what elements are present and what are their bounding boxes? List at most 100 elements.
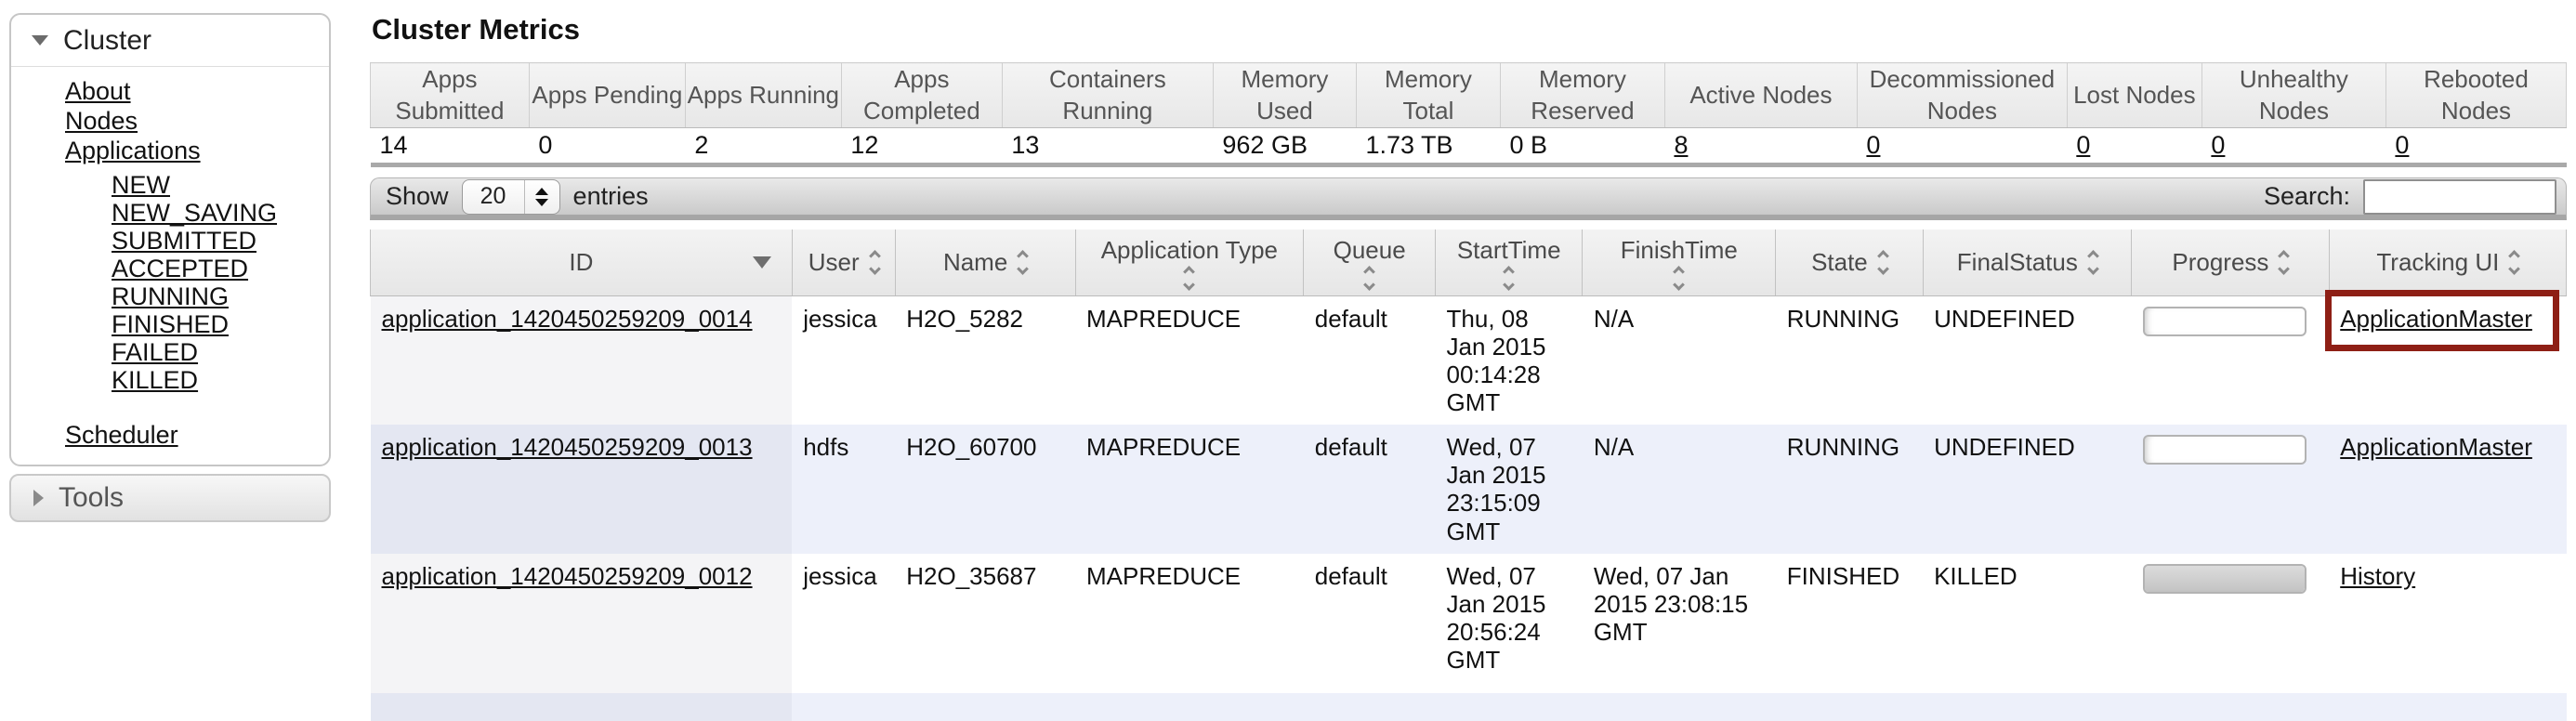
table-row: application_1420450259209_0014 jessica H… bbox=[371, 295, 2567, 425]
metrics-col-memory-total: Memory Total bbox=[1356, 63, 1500, 128]
sidebar-item-nodes: Nodes bbox=[11, 106, 329, 136]
scheduler-link[interactable]: Scheduler bbox=[65, 421, 178, 449]
decommissioned-nodes-link[interactable]: 0 bbox=[1866, 131, 1880, 159]
cluster-nav: About Nodes Applications bbox=[11, 76, 329, 165]
col-header-finalstatus[interactable]: FinalStatus bbox=[1923, 229, 2131, 295]
rebooted-nodes-cell: 0 bbox=[2385, 128, 2566, 165]
table-row: application_1420450259209_0012 jessica H… bbox=[371, 554, 2567, 693]
app-id-link[interactable]: application_1420450259209_0012 bbox=[382, 562, 753, 590]
metrics-values-row: 14 0 2 12 13 962 GB 1.73 TB 0 B 8 0 0 0 … bbox=[371, 128, 2567, 165]
rebooted-nodes-link[interactable]: 0 bbox=[2395, 131, 2409, 159]
col-header-starttime[interactable]: StartTime bbox=[1436, 229, 1583, 295]
stepper-down-icon bbox=[535, 199, 548, 206]
col-header-finishtime[interactable]: FinishTime bbox=[1583, 229, 1776, 295]
applications-link[interactable]: Applications bbox=[65, 137, 201, 164]
finalstatus-cell: UNDEFINED bbox=[1923, 295, 2131, 425]
starttime-cell: Thu, 08 Jan 2015 00:14:28 GMT bbox=[1436, 295, 1583, 425]
cluster-metrics-table: Apps Submitted Apps Pending Apps Running… bbox=[370, 62, 2567, 167]
sort-both-icon bbox=[871, 252, 879, 273]
col-header-name[interactable]: Name bbox=[895, 229, 1075, 295]
nodes-link[interactable]: Nodes bbox=[65, 107, 138, 135]
col-state-label: State bbox=[1811, 248, 1868, 277]
state-cell: RUNNING bbox=[1776, 425, 1923, 554]
sidebar-tools-header[interactable]: Tools bbox=[9, 474, 331, 522]
applicationmaster-link[interactable]: ApplicationMaster bbox=[2340, 305, 2532, 333]
finalstatus-cell: UNDEFINED bbox=[1923, 425, 2131, 554]
tracking-ui-cell: History bbox=[2329, 554, 2566, 693]
sidebar-item-killed: KILLED bbox=[11, 366, 329, 394]
active-nodes-cell: 8 bbox=[1664, 128, 1857, 165]
sort-both-icon bbox=[1879, 252, 1887, 273]
stepper-icon[interactable] bbox=[524, 180, 559, 214]
about-link[interactable]: About bbox=[65, 77, 131, 105]
queue-cell: default bbox=[1304, 425, 1436, 554]
lost-nodes-link[interactable]: 0 bbox=[2076, 131, 2090, 159]
search-label: Search: bbox=[2264, 182, 2350, 211]
queue-cell: default bbox=[1304, 295, 1436, 425]
applicationmaster-link[interactable]: ApplicationMaster bbox=[2340, 433, 2532, 461]
starttime-cell: Wed, 07 Jan 2015 23:15:09 GMT bbox=[1436, 425, 1583, 554]
finishtime-cell: N/A bbox=[1583, 295, 1776, 425]
search-control: Search: bbox=[2264, 179, 2556, 215]
sort-both-icon bbox=[1019, 252, 1027, 273]
page-size-select[interactable]: 20 bbox=[462, 179, 560, 215]
state-accepted-link[interactable]: ACCEPTED bbox=[112, 255, 248, 282]
state-finished-link[interactable]: FINISHED bbox=[112, 310, 229, 338]
history-link[interactable]: History bbox=[2340, 562, 2415, 590]
metrics-col-apps-completed: Apps Completed bbox=[841, 63, 1002, 128]
sidebar-cluster-header[interactable]: Cluster bbox=[11, 15, 329, 67]
col-header-state[interactable]: State bbox=[1776, 229, 1923, 295]
state-new-saving-link[interactable]: NEW_SAVING bbox=[112, 199, 277, 227]
app-state-nav: NEW NEW_SAVING SUBMITTED ACCEPTED RUNNIN… bbox=[11, 171, 329, 394]
sidebar-tools-title: Tools bbox=[59, 482, 124, 514]
user-cell: jessica bbox=[792, 295, 895, 425]
col-application-type-label: Application Type bbox=[1101, 236, 1278, 265]
col-progress-label: Progress bbox=[2172, 248, 2268, 277]
collapse-arrow-icon bbox=[32, 35, 48, 46]
sidebar-item-running: RUNNING bbox=[11, 282, 329, 310]
col-header-tracking-ui[interactable]: Tracking UI bbox=[2329, 229, 2566, 295]
col-user-label: User bbox=[808, 248, 860, 277]
memory-total-value: 1.73 TB bbox=[1356, 128, 1500, 165]
col-header-id[interactable]: ID bbox=[371, 229, 793, 295]
unhealthy-nodes-link[interactable]: 0 bbox=[2211, 131, 2225, 159]
progress-bar bbox=[2143, 307, 2307, 336]
sort-both-icon bbox=[1505, 268, 1513, 289]
metrics-col-decommissioned-nodes: Decommissioned Nodes bbox=[1857, 63, 2067, 128]
sidebar-cluster-title: Cluster bbox=[63, 25, 151, 57]
scheduler-nav: Scheduler bbox=[11, 420, 329, 450]
col-header-queue[interactable]: Queue bbox=[1304, 229, 1436, 295]
active-nodes-link[interactable]: 8 bbox=[1674, 131, 1688, 159]
state-new-link[interactable]: NEW bbox=[112, 171, 170, 199]
state-killed-link[interactable]: KILLED bbox=[112, 366, 198, 394]
col-header-user[interactable]: User bbox=[792, 229, 895, 295]
state-failed-link[interactable]: FAILED bbox=[112, 338, 198, 366]
sidebar-item-about: About bbox=[11, 76, 329, 106]
queue-cell: default bbox=[1304, 554, 1436, 693]
name-cell: H2O_5282 bbox=[895, 295, 1075, 425]
applications-table: ID User Name Application Type Queue Star… bbox=[370, 229, 2567, 721]
state-submitted-link[interactable]: SUBMITTED bbox=[112, 227, 256, 255]
sort-both-icon bbox=[1185, 268, 1193, 289]
state-running-link[interactable]: RUNNING bbox=[112, 282, 229, 310]
show-entries-control: Show 20 entries bbox=[386, 179, 649, 215]
app-id-cell: application_1420450259209_0012 bbox=[371, 554, 793, 693]
state-cell: RUNNING bbox=[1776, 295, 1923, 425]
sort-both-icon bbox=[2089, 252, 2097, 273]
expand-arrow-icon bbox=[33, 490, 44, 506]
col-header-application-type[interactable]: Application Type bbox=[1075, 229, 1304, 295]
lost-nodes-cell: 0 bbox=[2067, 128, 2201, 165]
decommissioned-nodes-cell: 0 bbox=[1857, 128, 2067, 165]
apps-header-row: ID User Name Application Type Queue Star… bbox=[371, 229, 2567, 295]
sidebar-item-scheduler: Scheduler bbox=[11, 420, 329, 450]
app-id-link[interactable]: application_1420450259209_0014 bbox=[382, 305, 753, 333]
search-input[interactable] bbox=[2363, 179, 2556, 215]
tracking-ui-cell: ApplicationMaster bbox=[2329, 425, 2566, 554]
col-header-progress[interactable]: Progress bbox=[2132, 229, 2330, 295]
metrics-col-rebooted-nodes: Rebooted Nodes bbox=[2385, 63, 2566, 128]
containers-running-value: 13 bbox=[1002, 128, 1213, 165]
sort-both-icon bbox=[1365, 268, 1373, 289]
sort-both-icon bbox=[1675, 268, 1683, 289]
app-id-link[interactable]: application_1420450259209_0013 bbox=[382, 433, 753, 461]
app-id-cell: application_1420450259209_0014 bbox=[371, 295, 793, 425]
